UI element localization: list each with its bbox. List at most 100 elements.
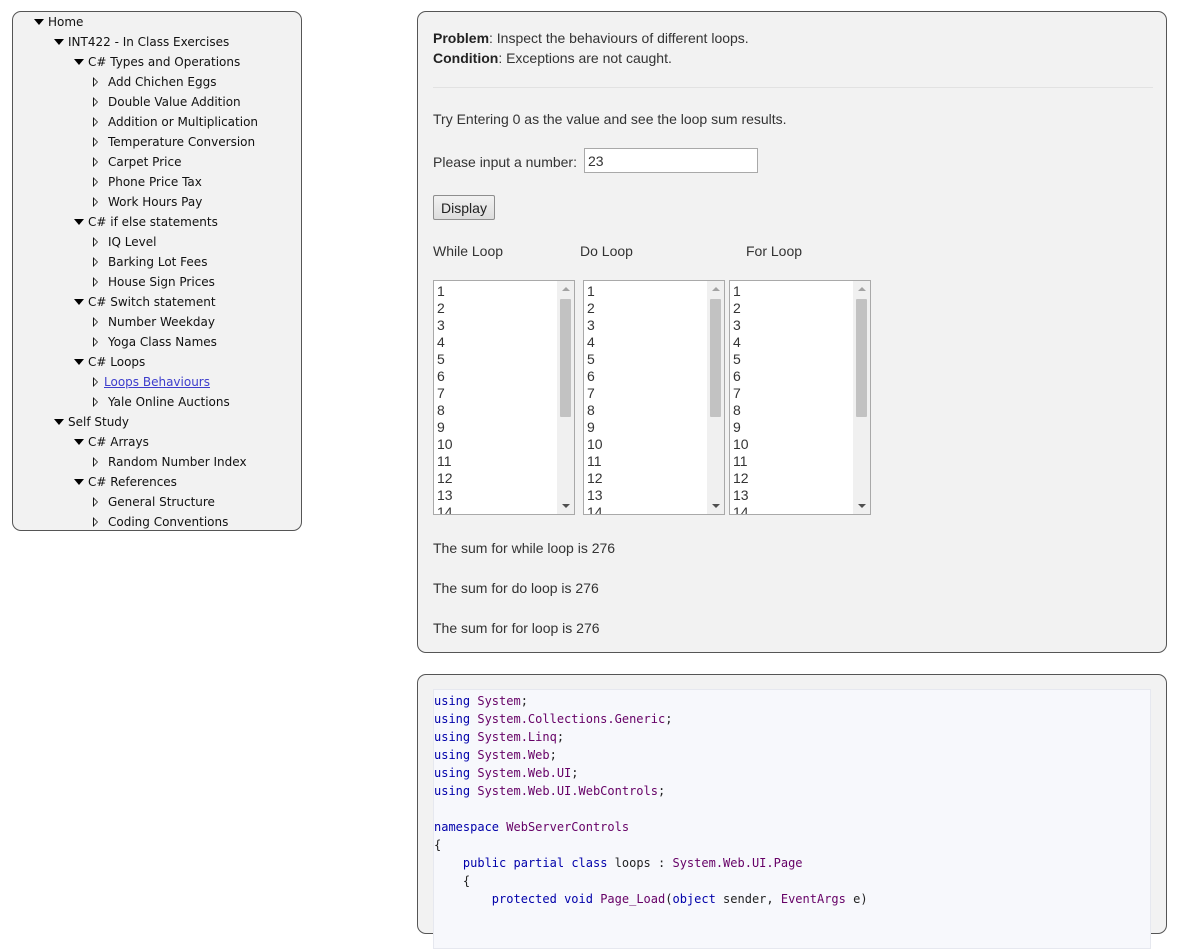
tree-current-link[interactable]: Loops Behaviours <box>104 372 210 392</box>
tree-item-label[interactable]: Coding Conventions <box>108 512 228 530</box>
collapsed-triangle-icon[interactable] <box>91 252 101 272</box>
tree-item-18[interactable]: Loops Behaviours <box>13 372 301 392</box>
tree-item-13[interactable]: House Sign Prices <box>13 272 301 292</box>
list-option[interactable]: 13 <box>587 487 603 504</box>
list-option[interactable]: 14 <box>587 504 603 514</box>
list-option[interactable]: 5 <box>437 351 453 368</box>
collapsed-triangle-icon[interactable] <box>91 272 101 292</box>
tree-item-label[interactable]: Number Weekday <box>108 312 215 332</box>
list-option[interactable]: 3 <box>587 317 603 334</box>
tree-item-label[interactable]: Double Value Addition <box>108 92 241 112</box>
tree-item-label[interactable]: Add Chichen Eggs <box>108 72 216 92</box>
tree-item-label[interactable]: General Structure <box>108 492 215 512</box>
tree-item-9[interactable]: Work Hours Pay <box>13 192 301 212</box>
list-option[interactable]: 4 <box>437 334 453 351</box>
list-option[interactable]: 12 <box>733 470 749 487</box>
tree-item-label[interactable]: C# Loops <box>88 352 145 372</box>
expanded-triangle-icon[interactable] <box>74 432 84 452</box>
scroll-down-icon[interactable] <box>707 497 724 514</box>
collapsed-triangle-icon[interactable] <box>91 132 101 152</box>
tree-item-label[interactable]: IQ Level <box>108 232 156 252</box>
collapsed-triangle-icon[interactable] <box>91 232 101 252</box>
tree-item-label[interactable]: C# Types and Operations <box>88 52 240 72</box>
expanded-triangle-icon[interactable] <box>74 292 84 312</box>
tree-item-1[interactable]: INT422 - In Class Exercises <box>13 32 301 52</box>
list-option[interactable]: 11 <box>733 453 749 470</box>
tree-item-20[interactable]: Self Study <box>13 412 301 432</box>
expanded-triangle-icon[interactable] <box>54 412 64 432</box>
list-option[interactable]: 2 <box>733 300 749 317</box>
tree-item-label[interactable]: Yoga Class Names <box>108 332 217 352</box>
collapsed-triangle-icon[interactable] <box>91 372 101 392</box>
while-loop-scrollbar[interactable] <box>557 281 574 514</box>
tree-item-16[interactable]: Yoga Class Names <box>13 332 301 352</box>
expanded-triangle-icon[interactable] <box>34 12 44 32</box>
tree-item-8[interactable]: Phone Price Tax <box>13 172 301 192</box>
collapsed-triangle-icon[interactable] <box>91 512 101 530</box>
tree-item-label[interactable]: Home <box>48 12 83 32</box>
tree-item-label[interactable]: C# Switch statement <box>88 292 216 312</box>
tree-item-label[interactable]: Barking Lot Fees <box>108 252 207 272</box>
tree-item-label[interactable]: House Sign Prices <box>108 272 215 292</box>
tree-item-23[interactable]: C# References <box>13 472 301 492</box>
tree-item-14[interactable]: C# Switch statement <box>13 292 301 312</box>
tree-item-24[interactable]: General Structure <box>13 492 301 512</box>
tree-item-label[interactable]: Self Study <box>68 412 129 432</box>
list-option[interactable]: 3 <box>733 317 749 334</box>
list-option[interactable]: 11 <box>437 453 453 470</box>
tree-item-22[interactable]: Random Number Index <box>13 452 301 472</box>
list-option[interactable]: 10 <box>733 436 749 453</box>
number-input[interactable] <box>584 148 758 173</box>
list-option[interactable]: 8 <box>733 402 749 419</box>
expanded-triangle-icon[interactable] <box>74 212 84 232</box>
for-loop-listbox[interactable]: 1 2 3 4 5 6 7 8 9 10 11 12 13 14 <box>729 280 871 515</box>
scroll-thumb[interactable] <box>560 299 571 417</box>
tree-item-label[interactable]: C# Arrays <box>88 432 149 452</box>
display-button[interactable]: Display <box>433 195 495 220</box>
list-option[interactable]: 7 <box>587 385 603 402</box>
list-option[interactable]: 9 <box>437 419 453 436</box>
tree-item-17[interactable]: C# Loops <box>13 352 301 372</box>
scroll-up-icon[interactable] <box>707 281 724 298</box>
tree-item-10[interactable]: C# if else statements <box>13 212 301 232</box>
list-option[interactable]: 1 <box>587 283 603 300</box>
tree-item-15[interactable]: Number Weekday <box>13 312 301 332</box>
expanded-triangle-icon[interactable] <box>74 352 84 372</box>
collapsed-triangle-icon[interactable] <box>91 312 101 332</box>
list-option[interactable]: 11 <box>587 453 603 470</box>
collapsed-triangle-icon[interactable] <box>91 332 101 352</box>
list-option[interactable]: 6 <box>437 368 453 385</box>
tree-item-11[interactable]: IQ Level <box>13 232 301 252</box>
tree-item-7[interactable]: Carpet Price <box>13 152 301 172</box>
list-option[interactable]: 2 <box>587 300 603 317</box>
list-option[interactable]: 1 <box>733 283 749 300</box>
tree-item-19[interactable]: Yale Online Auctions <box>13 392 301 412</box>
list-option[interactable]: 2 <box>437 300 453 317</box>
list-option[interactable]: 8 <box>587 402 603 419</box>
list-option[interactable]: 13 <box>437 487 453 504</box>
tree-item-2[interactable]: C# Types and Operations <box>13 52 301 72</box>
do-loop-listbox[interactable]: 1 2 3 4 5 6 7 8 9 10 11 12 13 14 <box>583 280 725 515</box>
list-option[interactable]: 6 <box>733 368 749 385</box>
list-option[interactable]: 1 <box>437 283 453 300</box>
scroll-down-icon[interactable] <box>557 497 574 514</box>
tree-item-0[interactable]: Home <box>13 12 301 32</box>
list-option[interactable]: 14 <box>437 504 453 514</box>
collapsed-triangle-icon[interactable] <box>91 152 101 172</box>
collapsed-triangle-icon[interactable] <box>91 112 101 132</box>
while-loop-listbox[interactable]: 1 2 3 4 5 6 7 8 9 10 11 12 13 14 <box>433 280 575 515</box>
collapsed-triangle-icon[interactable] <box>91 452 101 472</box>
tree-item-label[interactable]: Work Hours Pay <box>108 192 202 212</box>
list-option[interactable]: 3 <box>437 317 453 334</box>
tree-item-25[interactable]: Coding Conventions <box>13 512 301 530</box>
tree-item-label[interactable]: Phone Price Tax <box>108 172 202 192</box>
list-option[interactable]: 8 <box>437 402 453 419</box>
collapsed-triangle-icon[interactable] <box>91 492 101 512</box>
collapsed-triangle-icon[interactable] <box>91 192 101 212</box>
scroll-thumb[interactable] <box>856 299 867 417</box>
list-option[interactable]: 7 <box>437 385 453 402</box>
tree-item-5[interactable]: Addition or Multiplication <box>13 112 301 132</box>
expanded-triangle-icon[interactable] <box>54 32 64 52</box>
tree-item-6[interactable]: Temperature Conversion <box>13 132 301 152</box>
tree-item-label[interactable]: C# if else statements <box>88 212 218 232</box>
